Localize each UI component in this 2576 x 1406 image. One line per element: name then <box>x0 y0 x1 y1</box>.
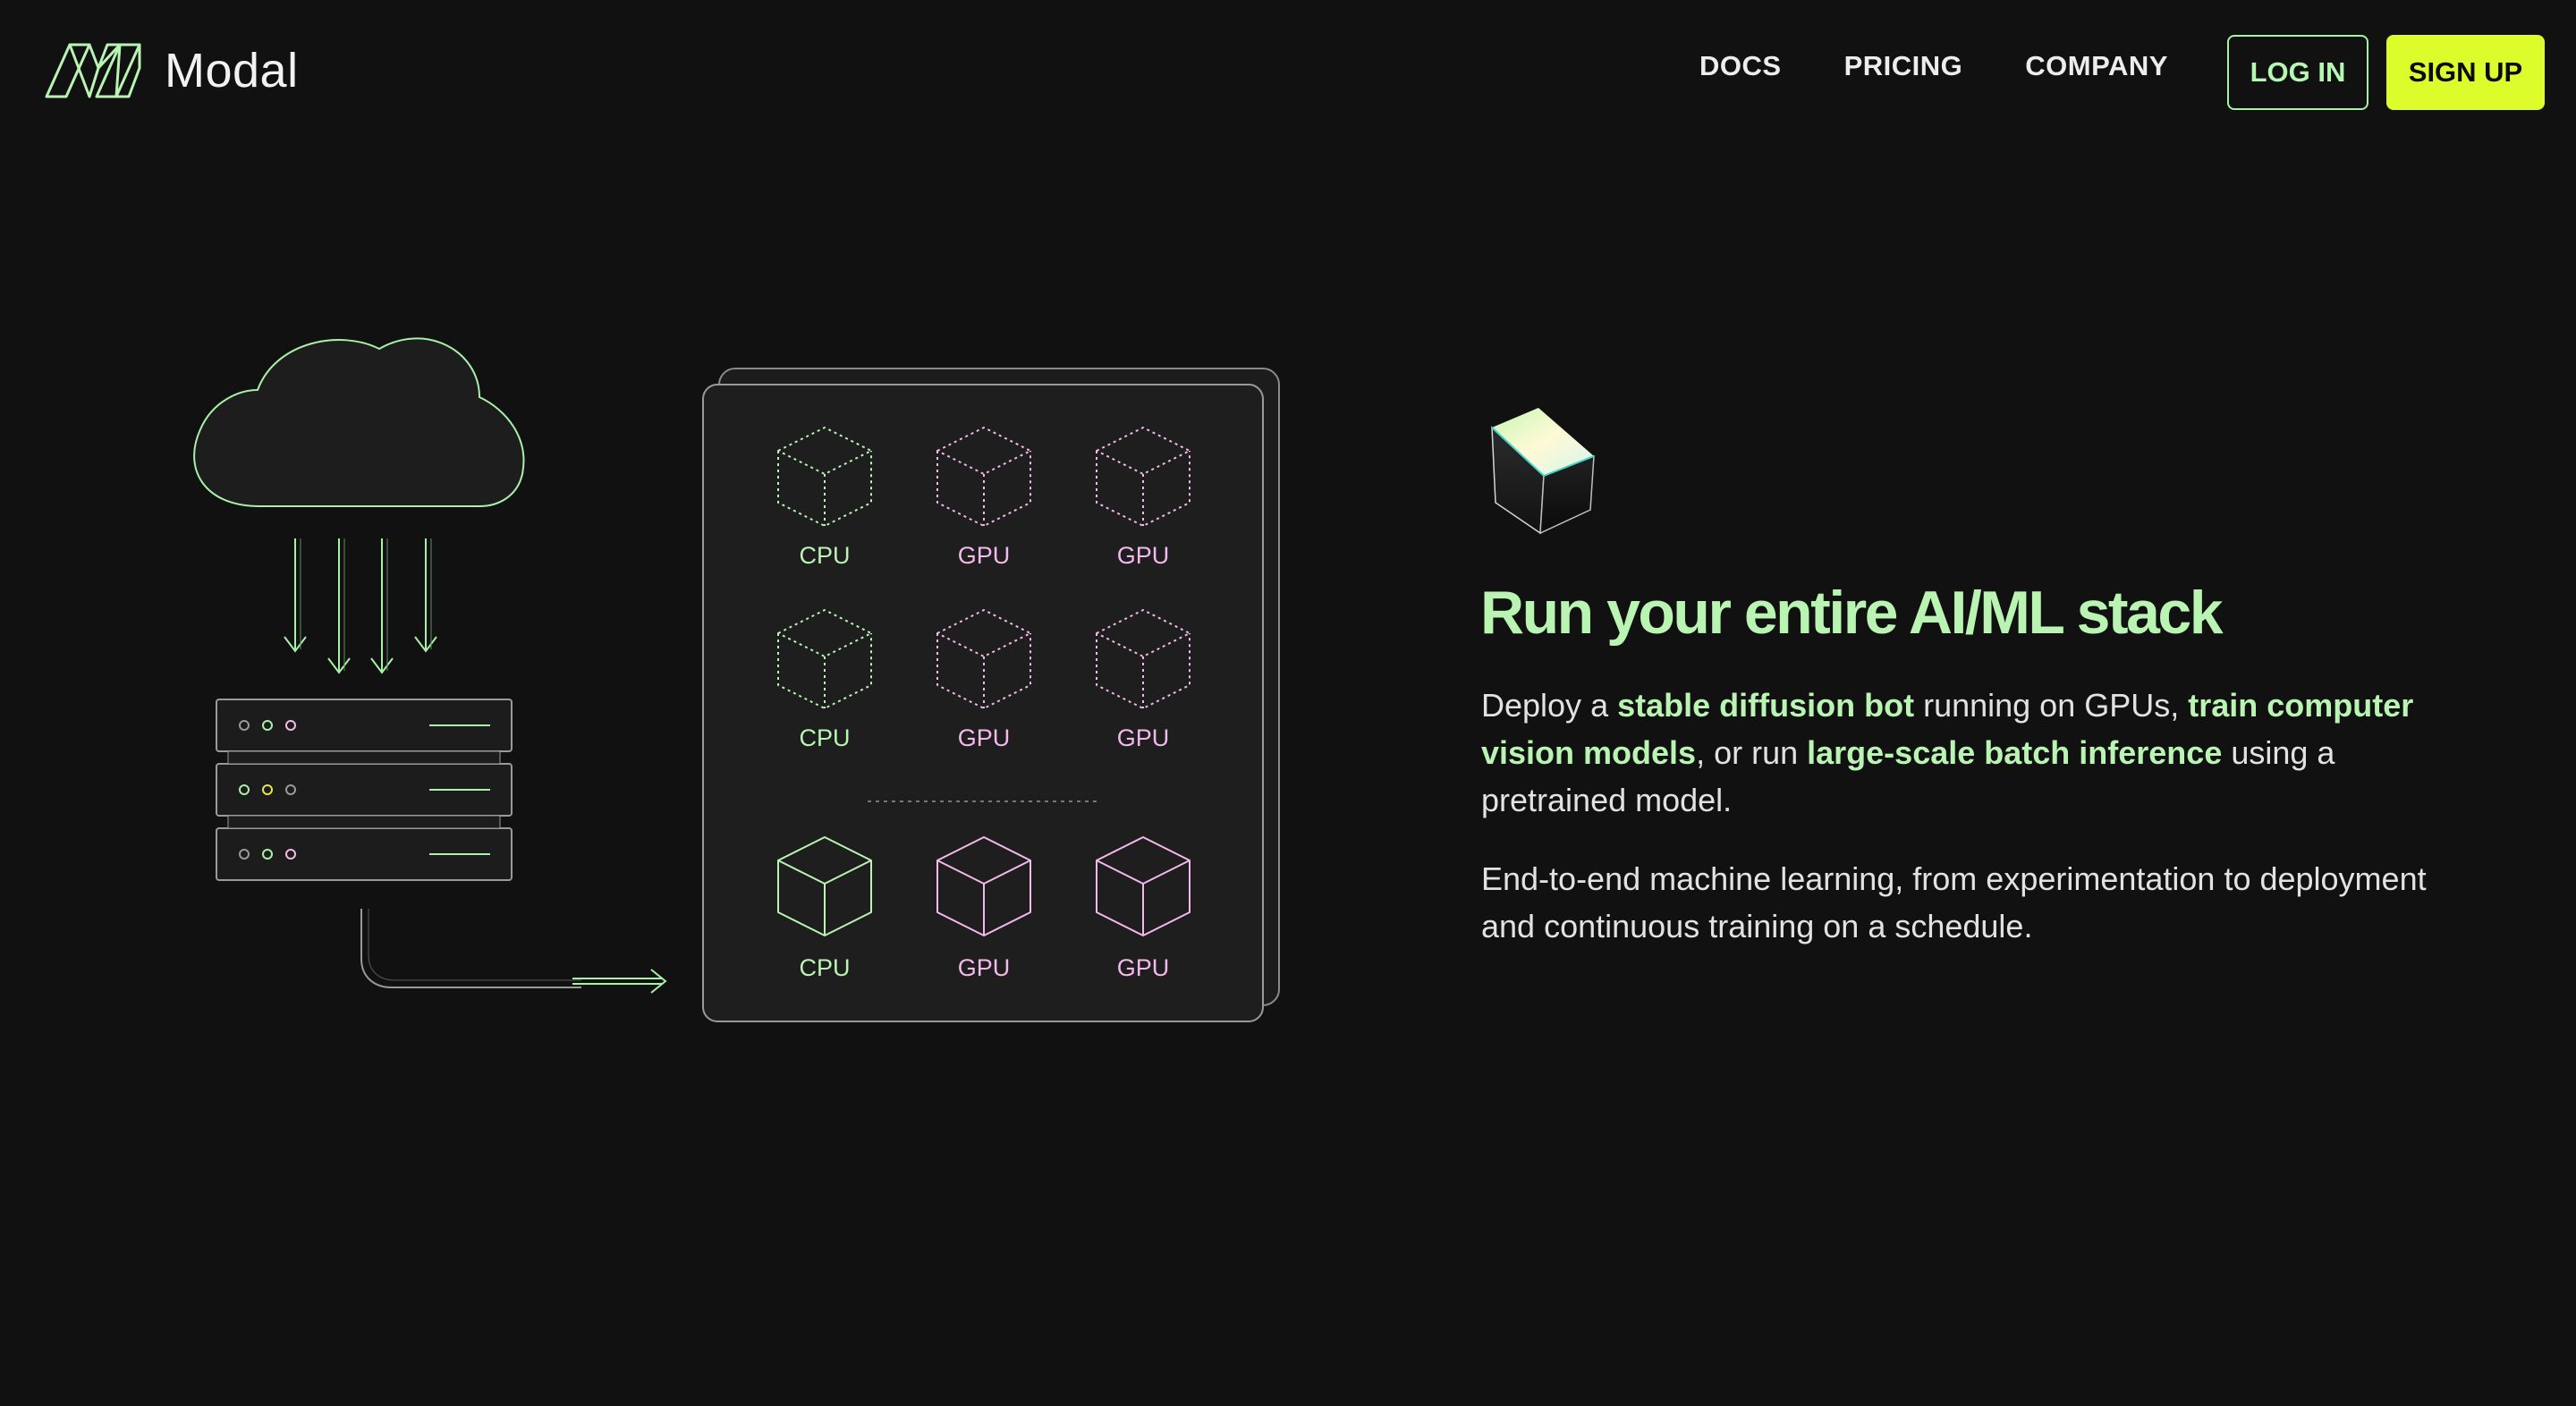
gpu-label: GPU <box>958 542 1011 569</box>
highlight-batch-inference: large-scale batch inference <box>1807 734 2223 771</box>
gpu-label: GPU <box>1117 954 1170 981</box>
hero-headline: Run your entire AI/ML stack <box>1480 579 2224 647</box>
highlight-stable-diffusion: stable diffusion bot <box>1617 687 1915 724</box>
login-button[interactable]: LOG IN <box>2227 35 2368 110</box>
text-segment: running on GPUs, <box>1914 687 2189 724</box>
modal-logo-icon <box>45 43 141 98</box>
glowing-cube-icon <box>1491 408 1595 535</box>
text-segment: Deploy a <box>1481 687 1618 724</box>
arrow-right-icon <box>572 969 667 994</box>
gpu-label: GPU <box>1117 542 1170 569</box>
infrastructure-illustration: CPU GPU GPU CPU GPU GPU CPU GPU GPU <box>161 304 1306 1038</box>
signup-button[interactable]: SIGN UP <box>2386 35 2545 110</box>
connector-pipe <box>360 909 581 988</box>
nav-link-pricing[interactable]: PRICING <box>1844 50 1963 82</box>
download-arrows-icon <box>284 538 437 674</box>
cloud-icon <box>193 337 525 507</box>
cpu-label: CPU <box>799 954 850 981</box>
text-segment: , or run <box>1696 734 1808 771</box>
hero-subdescription: End-to-end machine learning, from experi… <box>1481 860 2427 944</box>
cpu-label: CPU <box>799 724 850 751</box>
top-navigation: Modal DOCS PRICING COMPANY LOG IN SIGN U… <box>0 0 2576 147</box>
nav-link-docs[interactable]: DOCS <box>1699 50 1782 82</box>
cpu-label: CPU <box>799 542 850 569</box>
gpu-label: GPU <box>958 954 1011 981</box>
hero-description: Deploy a stable diffusion bot running on… <box>1481 682 2456 824</box>
gpu-label: GPU <box>1117 724 1170 751</box>
brand-logo-link[interactable]: Modal <box>43 41 299 100</box>
brand-name: Modal <box>165 44 299 97</box>
gpu-label: GPU <box>958 724 1011 751</box>
nav-link-company[interactable]: COMPANY <box>2025 50 2168 82</box>
